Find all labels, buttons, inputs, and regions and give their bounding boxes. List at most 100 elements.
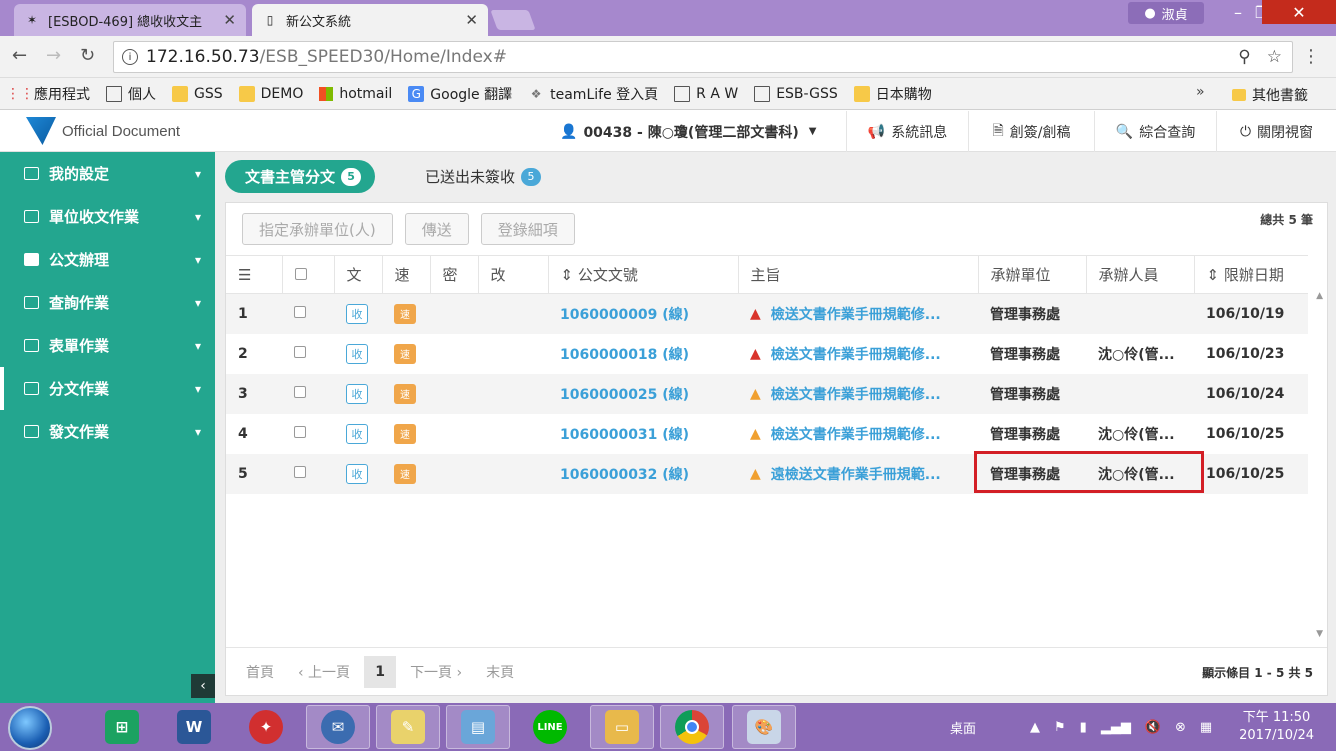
subject-link[interactable]: 檢送文書作業手冊規範修...: [771, 424, 941, 444]
sidebar-item-unit-receive[interactable]: 單位收文作業 ▾: [0, 195, 215, 238]
close-window-button[interactable]: ⏻ 關閉視窗: [1216, 111, 1336, 152]
create-draft-button[interactable]: 🗎 創簽/創稿: [968, 111, 1094, 152]
info-icon[interactable]: i: [122, 49, 138, 65]
bookmark-item[interactable]: DEMO: [238, 85, 303, 102]
doc-number-cell[interactable]: 1060000025 (線): [548, 373, 738, 414]
current-page[interactable]: 1: [364, 655, 397, 688]
taskbar-paint[interactable]: 🎨: [732, 705, 796, 749]
subject-link[interactable]: 遠檢送文書作業手冊規範...: [771, 464, 941, 484]
subject-cell[interactable]: ▲ 遠檢送文書作業手冊規範...: [738, 453, 978, 494]
assign-unit-button[interactable]: 指定承辦單位(人): [242, 213, 393, 245]
select-all-checkbox[interactable]: [282, 255, 335, 294]
tray-close-icon[interactable]: ⊗: [1175, 720, 1186, 735]
scroll-down-arrow[interactable]: ▼: [1316, 629, 1323, 639]
sidebar-item-settings[interactable]: 我的設定 ▾: [0, 152, 215, 195]
system-message-button[interactable]: 📢 系統訊息: [846, 111, 968, 152]
subject-cell[interactable]: ▲ 檢送文書作業手冊規範修...: [738, 334, 978, 374]
scroll-up-arrow[interactable]: ▲: [1316, 291, 1323, 301]
input-method-icon[interactable]: ▦: [1200, 720, 1212, 735]
browser-tab-active[interactable]: ▯ 新公文系統 ✕: [252, 4, 488, 36]
table-row[interactable]: 2 收 速 1060000018 (線) ▲ 檢送文書作業手冊規範修... 管理事務處 沈○伶…: [226, 334, 1308, 374]
table-row[interactable]: 1 收 速 1060000009 (線) ▲ 檢送文書作業手冊規範修... 管理事務處 106…: [226, 293, 1308, 334]
flag-icon[interactable]: ⚑: [1054, 720, 1066, 735]
bookmark-item[interactable]: hotmail: [319, 86, 392, 102]
checkbox[interactable]: [294, 345, 306, 358]
bookmark-item[interactable]: 日本購物: [853, 84, 932, 104]
sidebar-item-forms[interactable]: 表單作業 ▾: [0, 324, 215, 367]
subject-link[interactable]: 檢送文書作業手冊規範修...: [771, 304, 941, 324]
bookmarks-more-button[interactable]: »: [1196, 84, 1205, 100]
start-button[interactable]: [8, 706, 52, 750]
signal-icon[interactable]: ▂▄▆: [1101, 720, 1131, 735]
col-header-sortable[interactable]: ⇕ 限辦日期: [1194, 255, 1308, 294]
taskbar-chrome[interactable]: [660, 705, 724, 749]
profile-button[interactable]: ● 淑貞: [1128, 2, 1204, 24]
doc-number-link[interactable]: 1060000031 (線): [560, 427, 689, 443]
taskbar-notes[interactable]: ✎: [376, 705, 440, 749]
checkbox[interactable]: [294, 465, 306, 478]
bookmark-item[interactable]: ❖ teamLife 登入頁: [528, 84, 658, 104]
app-logo[interactable]: Official Document: [26, 117, 180, 145]
first-page-link[interactable]: 首頁: [246, 662, 274, 682]
sidebar-item-distribution[interactable]: 分文作業 ▾: [0, 367, 215, 410]
table-row[interactable]: 3 收 速 1060000025 (線) ▲ 檢送文書作業手冊規範修... 管理事務處 106…: [226, 373, 1308, 414]
reload-icon[interactable]: ↻: [80, 45, 95, 66]
other-bookmarks[interactable]: 其他書籤: [1232, 85, 1308, 105]
sidebar-item-dispatch[interactable]: 發文作業 ▾: [0, 410, 215, 453]
volume-muted-icon[interactable]: 🔇: [1145, 720, 1161, 735]
clock[interactable]: 下午 11:50 2017/10/24: [1239, 709, 1314, 745]
last-page-link[interactable]: 末頁: [486, 662, 514, 682]
send-button[interactable]: 傳送: [404, 213, 469, 245]
checkbox[interactable]: [294, 305, 306, 318]
taskbar-app-red[interactable]: ✦: [234, 705, 298, 749]
subject-cell[interactable]: ▲ 檢送文書作業手冊規範修...: [738, 293, 978, 334]
subject-link[interactable]: 檢送文書作業手冊規範修...: [771, 384, 941, 404]
register-details-button[interactable]: 登錄細項: [480, 213, 575, 245]
star-icon[interactable]: ☆: [1267, 47, 1282, 67]
taskbar-explorer[interactable]: ▭: [590, 705, 654, 749]
col-header-sortable[interactable]: ⇕ 公文文號: [548, 255, 739, 294]
checkbox[interactable]: [294, 385, 306, 398]
sidebar-item-processing[interactable]: 公文辦理 ▾: [0, 238, 215, 281]
subject-cell[interactable]: ▲ 檢送文書作業手冊規範修...: [738, 414, 978, 454]
next-page-link[interactable]: 下一頁 ›: [410, 662, 462, 682]
url-input[interactable]: i 172.16.50.73/ESB_SPEED30/Home/Index#: [113, 41, 1293, 73]
doc-number-link[interactable]: 1060000018 (線): [560, 347, 689, 363]
doc-number-link[interactable]: 1060000025 (線): [560, 387, 689, 403]
doc-number-cell[interactable]: 1060000031 (線): [548, 414, 738, 454]
list-icon[interactable]: ☰: [226, 255, 283, 294]
desktop-toolbar-label[interactable]: 桌面: [950, 718, 976, 737]
prev-page-link[interactable]: ‹ 上一頁: [298, 662, 350, 682]
bookmark-item[interactable]: GSS: [172, 85, 223, 102]
taskbar-thunderbird[interactable]: ✉: [306, 705, 370, 749]
row-checkbox[interactable]: [282, 334, 334, 374]
browser-menu-icon[interactable]: ⋮: [1302, 46, 1320, 67]
close-icon[interactable]: ✕: [465, 11, 478, 29]
tab-sent-unsigned[interactable]: 已送出未簽收 5: [405, 160, 555, 193]
taskbar-store[interactable]: ⊞: [90, 705, 154, 749]
row-checkbox[interactable]: [282, 293, 334, 334]
doc-number-link[interactable]: 1060000032 (線): [560, 467, 689, 483]
bookmark-item[interactable]: 個人: [106, 84, 156, 104]
subject-link[interactable]: 檢送文書作業手冊規範修...: [771, 344, 941, 364]
sidebar-collapse-button[interactable]: ‹: [191, 674, 215, 698]
tray-expand-icon[interactable]: ▲: [1030, 720, 1040, 735]
bookmark-item[interactable]: G Google 翻譯: [408, 84, 512, 104]
checkbox[interactable]: [294, 267, 307, 280]
row-checkbox[interactable]: [282, 453, 334, 494]
taskbar-line[interactable]: LINE: [518, 705, 582, 749]
window-close-button[interactable]: ✕: [1262, 0, 1336, 24]
tab-supervisor-distribution[interactable]: 文書主管分文 5: [225, 160, 376, 193]
user-menu[interactable]: 👤 00438 - 陳○瓊(管理二部文書科) ▼: [560, 111, 816, 152]
bookmark-item[interactable]: R A W: [674, 85, 738, 102]
doc-number-cell[interactable]: 1060000018 (線): [548, 334, 738, 374]
browser-tab-jira[interactable]: ✶ [ESBOD-469] 總收收文主 ✕: [14, 4, 246, 36]
close-icon[interactable]: ✕: [223, 11, 236, 29]
doc-number-cell[interactable]: 1060000032 (線): [548, 453, 738, 494]
row-checkbox[interactable]: [282, 414, 334, 454]
taskbar-editor[interactable]: ▤: [446, 705, 510, 749]
zoom-icon[interactable]: ⚲: [1238, 47, 1250, 67]
back-icon[interactable]: ←: [12, 45, 27, 66]
table-row[interactable]: 4 收 速 1060000031 (線) ▲ 檢送文書作業手冊規範修... 管理事務處 沈○伶…: [226, 414, 1308, 454]
forward-icon[interactable]: →: [46, 45, 61, 66]
